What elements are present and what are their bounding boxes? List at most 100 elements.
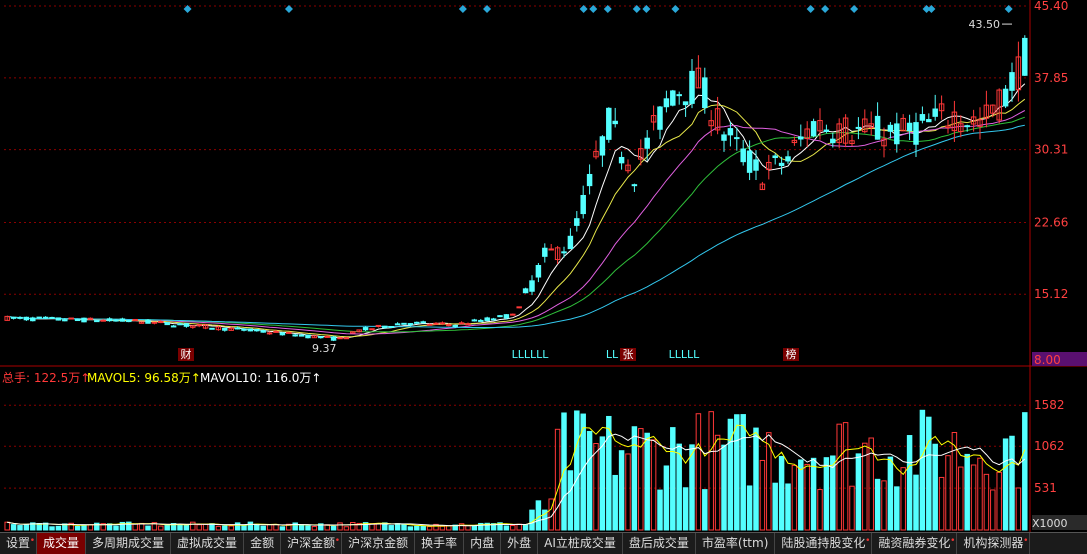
tab-7[interactable]: 换手率 — [415, 533, 465, 554]
low-price-label: 9.37 — [312, 342, 337, 355]
volume-bar — [958, 466, 964, 531]
volume-bar — [4, 521, 10, 531]
volume-bar — [746, 485, 753, 531]
tab-8[interactable]: 内盘 — [464, 533, 502, 554]
tab-label: 内盘 — [470, 536, 495, 550]
candle-body — [586, 173, 593, 187]
candle-body — [446, 324, 452, 327]
event-marker-label: LLLLL — [669, 348, 701, 361]
volume-bar — [471, 525, 478, 531]
candle-body — [36, 316, 42, 319]
volume-bar — [529, 509, 535, 531]
volume-bar — [810, 457, 817, 531]
candle-body — [222, 327, 228, 331]
price-axis-label: 22.66 — [1034, 215, 1068, 229]
candle-body — [535, 265, 542, 278]
volume-bar — [938, 476, 945, 531]
candle-body — [388, 325, 394, 328]
volume-bar — [663, 465, 670, 531]
candle-body — [503, 314, 510, 319]
candle-body — [439, 322, 446, 325]
candle-body — [362, 327, 369, 331]
volume-bar — [87, 524, 94, 531]
candle-body — [874, 115, 881, 140]
candle-body — [644, 137, 650, 149]
volume-bar — [772, 482, 778, 531]
price-axis-label: 8.00 — [1034, 353, 1061, 367]
volume-bar — [625, 453, 631, 531]
tab-0[interactable]: 设置 • — [0, 533, 38, 554]
volume-bar — [906, 435, 913, 531]
volume-bar — [996, 471, 1002, 531]
candle-body — [1002, 88, 1009, 107]
volume-bar — [222, 525, 228, 531]
candle-body — [471, 319, 478, 322]
event-diamond-icon — [284, 5, 293, 13]
candle-body — [1022, 37, 1028, 76]
volume-bar — [74, 525, 81, 531]
volume-bar — [202, 523, 209, 531]
candle-body — [516, 306, 522, 309]
candle-body — [375, 324, 382, 327]
candle-body — [497, 315, 503, 318]
volume-bar — [388, 525, 394, 531]
tab-6[interactable]: 沪深京金额 — [342, 533, 416, 554]
candle-body — [855, 126, 862, 129]
candle-body — [785, 156, 791, 162]
volume-bar — [970, 464, 977, 531]
tab-9[interactable]: 外盘 — [501, 533, 539, 554]
volume-bar — [49, 526, 55, 531]
volume-bar — [247, 521, 254, 531]
tab-label: 盘后成交量 — [628, 536, 689, 550]
tab-13[interactable]: 陆股通持股变化 • — [775, 533, 873, 554]
tab-11[interactable]: 盘后成交量 — [623, 533, 696, 554]
volume-bar — [343, 526, 350, 531]
candle-body — [721, 134, 727, 141]
candle-body — [330, 336, 337, 341]
volume-bar — [900, 467, 906, 531]
candle-body — [151, 321, 158, 324]
tab-3[interactable]: 虚拟成交量 — [171, 533, 245, 554]
price-axis-label: 15.12 — [1034, 287, 1068, 301]
tab-4[interactable]: 金额 — [244, 533, 282, 554]
volume-bar — [145, 525, 151, 531]
candle-body — [247, 328, 254, 332]
price-axis-label: 45.40 — [1034, 0, 1068, 13]
volume-bar — [964, 453, 970, 531]
stock-chart[interactable]: 财 LLLLLL LL 张 LLLLL 榜 45.4037.8530.3122.6615.… — [0, 0, 1087, 553]
volume-bar — [279, 526, 286, 531]
tab-2[interactable]: 多周期成交量 — [86, 533, 172, 554]
tab-10[interactable]: AI立桩成交量 — [538, 533, 623, 554]
candle-body — [682, 101, 689, 106]
volume-axis-label: 1062 — [1034, 439, 1065, 453]
candle-body — [734, 137, 740, 140]
tab-1[interactable]: 成交量 — [37, 533, 87, 554]
volume-bar — [1022, 412, 1028, 531]
mavol-line-5 — [7, 424, 1026, 527]
volume-bar — [190, 521, 196, 531]
volume-bar — [689, 444, 695, 531]
volume-bar — [670, 427, 676, 531]
volume-bar — [740, 414, 746, 531]
candle-body — [830, 138, 836, 144]
event-diamond-icon — [821, 5, 830, 13]
tab-dot-icon: • — [29, 536, 36, 546]
volume-axis-label: 1582 — [1034, 398, 1065, 412]
volume-bar — [676, 443, 682, 531]
volume-bar — [311, 526, 318, 531]
volume-bar — [554, 428, 561, 531]
tab-15[interactable]: 机构探测器 • — [957, 533, 1031, 554]
candle-body — [209, 327, 215, 330]
candle-body — [542, 247, 548, 257]
ma-line-ma60 — [7, 124, 1025, 328]
tab-label: 成交量 — [43, 536, 80, 550]
tab-12[interactable]: 市盈率(ttm) — [696, 533, 776, 554]
event-marker-label: 张 — [623, 348, 634, 361]
candle-body — [606, 107, 612, 140]
price-axis-label: 37.85 — [1034, 71, 1068, 85]
tab-14[interactable]: 融资融券变化 • — [872, 533, 958, 554]
candle-body — [727, 128, 734, 136]
tab-5[interactable]: 沪深金额 • — [281, 533, 343, 554]
tab-label: 沪深金额 — [287, 536, 336, 550]
volume-bar — [183, 524, 190, 531]
